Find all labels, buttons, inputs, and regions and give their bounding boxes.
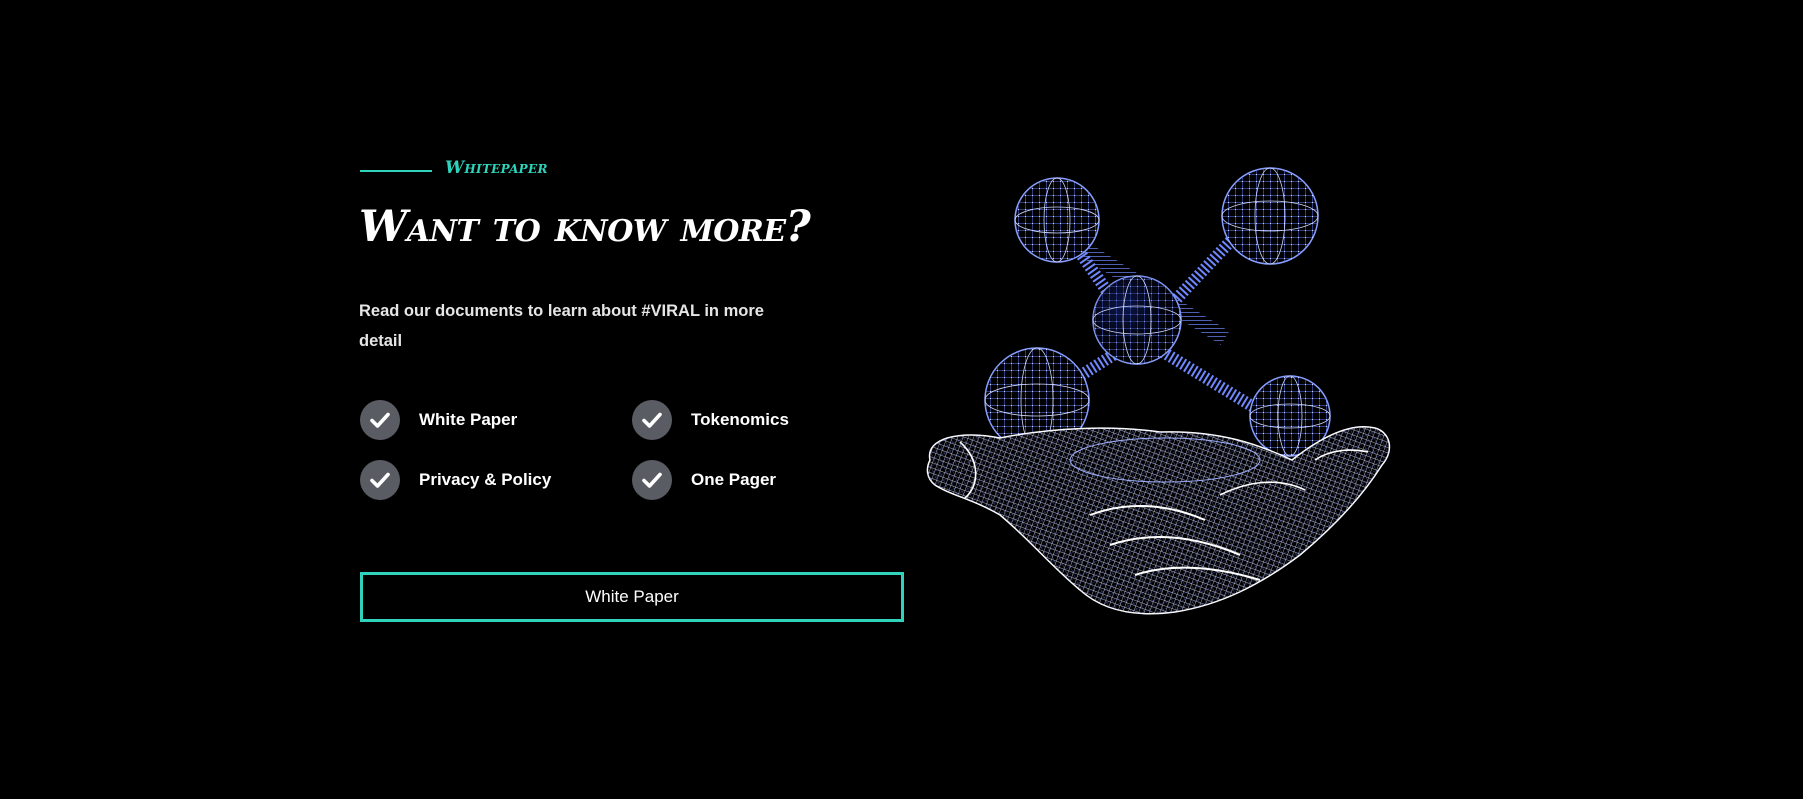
molecule-atoms [984,167,1331,457]
wireframe-hand-molecule-icon [926,167,1391,615]
wireframe-hand [926,426,1391,615]
eyebrow-divider [360,170,432,172]
check-icon [360,400,400,440]
feature-label: Tokenomics [691,410,789,429]
whitepaper-section: Whitepaper Want to know more? Read our d… [0,0,1803,799]
white-paper-button[interactable]: White Paper [360,572,904,622]
check-icon [360,460,400,500]
feature-label: One Pager [691,470,777,489]
feature-item-one-pager: One Pager [632,460,810,500]
feature-list: White Paper Tokenomics Privacy & Policy … [360,400,810,500]
eyebrow-label: Whitepaper [445,158,548,178]
check-icon [632,400,672,440]
section-headline: Want to know more? [359,202,811,252]
feature-item-privacy-policy: Privacy & Policy [360,460,632,500]
section-description: Read our documents to learn about #VIRAL… [359,302,764,350]
feature-label: White Paper [419,410,518,429]
section-eyebrow: Whitepaper [360,158,548,178]
feature-item-tokenomics: Tokenomics [632,400,810,440]
feature-item-white-paper: White Paper [360,400,632,440]
check-icon [632,460,672,500]
feature-label: Privacy & Policy [419,470,552,489]
